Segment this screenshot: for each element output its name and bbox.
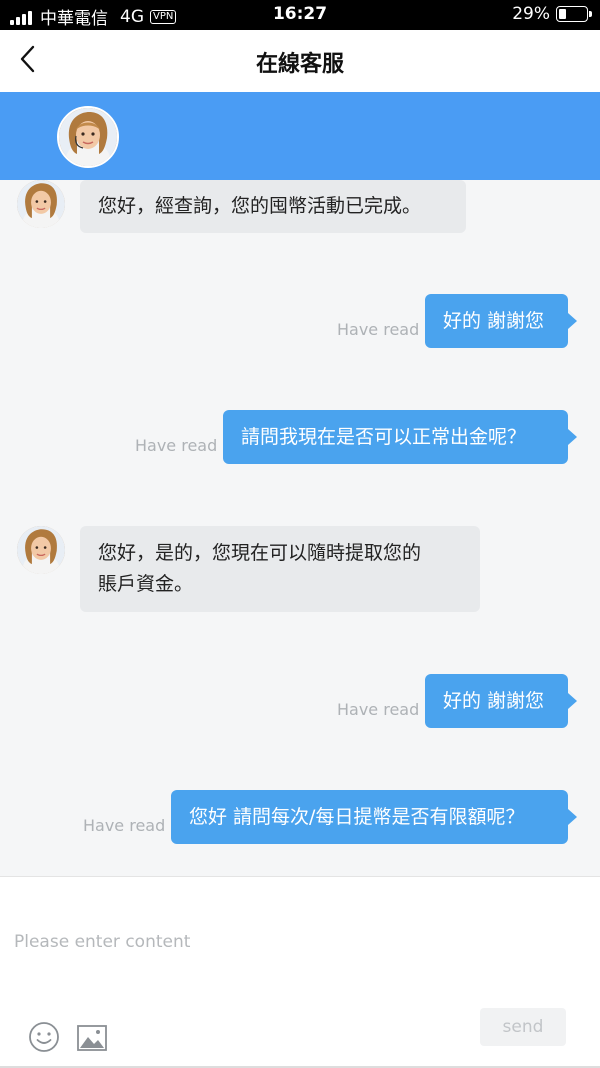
user-message: 請問我現在是否可以正常出金呢？ (223, 410, 577, 464)
status-bar: 中華電信 4G VPN 16:27 29% (0, 0, 600, 30)
agent-message: 您好，經查詢，您的囤幣活動已完成。 (80, 180, 466, 233)
user-message: 好的 謝謝您 (425, 674, 577, 728)
smiley-icon (29, 1022, 59, 1052)
agent-message: 您好，是的，您現在可以隨時提取您的 賬戶資金。 (80, 526, 480, 612)
message-text: 您好，經查詢，您的囤幣活動已完成。 (98, 195, 422, 217)
battery-icon (556, 6, 592, 22)
message-text-line: 您好，是的，您現在可以隨時提取您的 (98, 542, 422, 564)
message-text: 好的 謝謝您 (443, 310, 545, 332)
read-status: Have read (135, 436, 218, 455)
user-message: 好的 謝謝您 (425, 294, 577, 348)
message-text: 請問我現在是否可以正常出金呢？ (241, 426, 527, 448)
page-title: 在線客服 (255, 52, 344, 77)
image-icon (77, 1025, 107, 1051)
message-text: 好的 謝謝您 (443, 690, 545, 712)
emoji-button[interactable] (28, 1021, 60, 1053)
composer: send (0, 876, 600, 1068)
battery-percent: 29% (512, 4, 550, 24)
read-status: Have read (83, 816, 166, 835)
message-text-line: 賬戶資金。 (98, 573, 194, 595)
user-message: 您好 請問每次/每日提幣是否有限額呢？ (171, 790, 577, 844)
message-input[interactable] (0, 917, 600, 967)
nav-bar: 在線客服 (0, 30, 600, 92)
read-status: Have read (337, 700, 420, 719)
message-text: 您好 請問每次/每日提幣是否有限額呢？ (189, 806, 525, 828)
agent-header (0, 92, 600, 180)
agent-avatar (17, 526, 65, 574)
timestamp (0, 264, 600, 279)
chat-area[interactable]: 您好，經查詢，您的囤幣活動已完成。 Have read 好的 謝謝您 Have … (0, 180, 600, 876)
agent-avatar (57, 106, 119, 168)
agent-avatar (17, 180, 65, 228)
clock: 16:27 (272, 4, 328, 24)
send-button[interactable]: send (480, 1008, 566, 1046)
image-button[interactable] (76, 1024, 108, 1052)
read-status: Have read (337, 320, 420, 339)
